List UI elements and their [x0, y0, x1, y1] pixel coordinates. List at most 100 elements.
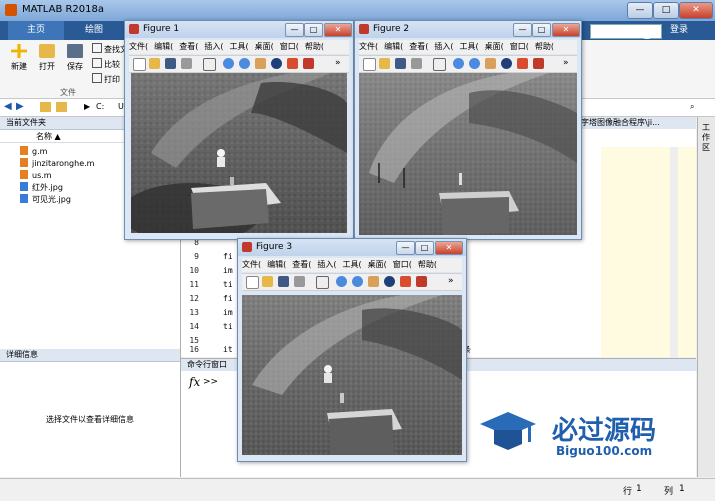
print-icon[interactable] [294, 276, 305, 287]
menu-help[interactable]: 帮助( [535, 42, 554, 51]
pointer-icon[interactable] [316, 276, 329, 289]
figure-window-1[interactable]: Figure 1 — □ ✕ 文件(编辑(查看(插入(工具(桌面(窗口(帮助( … [124, 20, 354, 240]
menu-edit[interactable]: 编辑( [384, 42, 403, 51]
brush-icon[interactable] [533, 58, 544, 69]
more-tools-icon[interactable]: » [563, 58, 574, 69]
maximize-button[interactable]: □ [653, 2, 679, 19]
editor-scrollbar[interactable] [670, 147, 678, 357]
fx-icon[interactable]: fx [189, 375, 200, 389]
menu-desktop[interactable]: 桌面( [255, 42, 274, 51]
file-item[interactable]: g.m [20, 146, 47, 157]
forward-arrow-icon[interactable]: ▶ [16, 101, 24, 112]
pan-hand-icon[interactable] [485, 58, 496, 69]
menu-file[interactable]: 文件( [359, 42, 378, 51]
new-figure-icon[interactable] [246, 276, 259, 289]
menu-edit[interactable]: 编辑( [267, 260, 286, 269]
menu-help[interactable]: 帮助( [418, 260, 437, 269]
menu-desktop[interactable]: 桌面( [485, 42, 504, 51]
help-icon[interactable] [640, 25, 654, 39]
print-icon[interactable] [181, 58, 192, 69]
new-button[interactable]: 新建 [6, 42, 32, 72]
menu-view[interactable]: 查看( [292, 260, 311, 269]
menu-file[interactable]: 文件( [129, 42, 148, 51]
pointer-icon[interactable] [203, 58, 216, 71]
save-icon[interactable] [165, 58, 176, 69]
browse-folder-icon[interactable] [40, 102, 51, 112]
data-cursor-icon[interactable] [517, 58, 528, 69]
save-button[interactable]: 保存 [62, 42, 88, 72]
brush-icon[interactable] [303, 58, 314, 69]
menu-window[interactable]: 窗口( [280, 42, 299, 51]
close-button[interactable]: ✕ [435, 241, 463, 255]
minimize-button[interactable]: — [513, 23, 532, 37]
menu-help[interactable]: 帮助( [305, 42, 324, 51]
pointer-icon[interactable] [433, 58, 446, 71]
pan-hand-icon[interactable] [368, 276, 379, 287]
menu-view[interactable]: 查看( [409, 42, 428, 51]
minimize-button[interactable]: — [627, 2, 653, 19]
rotate-icon[interactable] [501, 58, 512, 69]
close-button[interactable]: ✕ [679, 2, 713, 19]
menu-tools[interactable]: 工具( [230, 42, 249, 51]
print-button[interactable]: 打印 [92, 73, 120, 85]
back-arrow-icon[interactable]: ◀ [4, 101, 12, 112]
print-icon[interactable] [411, 58, 422, 69]
address-path-tail[interactable]: U [118, 102, 124, 111]
compare-button[interactable]: 比较 [92, 58, 120, 70]
maximize-button[interactable]: □ [304, 23, 323, 37]
save-icon[interactable] [395, 58, 406, 69]
data-cursor-icon[interactable] [287, 58, 298, 69]
zoom-out-icon[interactable] [469, 58, 480, 69]
menu-tools[interactable]: 工具( [460, 42, 479, 51]
rotate-icon[interactable] [271, 58, 282, 69]
address-search-icon[interactable]: ⌕ [690, 102, 694, 112]
save-icon[interactable] [278, 276, 289, 287]
file-item[interactable]: 可见光.jpg [20, 194, 71, 205]
menu-insert[interactable]: 插入( [317, 260, 336, 269]
maximize-button[interactable]: □ [415, 241, 434, 255]
zoom-out-icon[interactable] [239, 58, 250, 69]
menu-window[interactable]: 窗口( [393, 260, 412, 269]
menu-insert[interactable]: 插入( [434, 42, 453, 51]
figure-window-3[interactable]: Figure 3 — □ ✕ 文件(编辑(查看(插入(工具(桌面(窗口(帮助( … [237, 238, 467, 462]
command-prompt[interactable]: >> [203, 377, 218, 387]
figure-window-2[interactable]: Figure 2 — □ ✕ 文件(编辑(查看(插入(工具(桌面(窗口(帮助( … [354, 20, 582, 240]
open-file-icon[interactable] [149, 58, 160, 69]
new-figure-icon[interactable] [363, 58, 376, 71]
rotate-icon[interactable] [384, 276, 395, 287]
tab-plots[interactable]: 绘图 [66, 21, 122, 40]
menu-window[interactable]: 窗口( [510, 42, 529, 51]
close-button[interactable]: ✕ [324, 23, 352, 37]
file-item[interactable]: 红外.jpg [20, 182, 63, 193]
menu-desktop[interactable]: 桌面( [368, 260, 387, 269]
zoom-in-icon[interactable] [223, 58, 234, 69]
minimize-button[interactable]: — [285, 23, 304, 37]
zoom-in-icon[interactable] [453, 58, 464, 69]
menu-file[interactable]: 文件( [242, 260, 261, 269]
find-files-button[interactable]: 查找文 [92, 43, 128, 55]
tab-home[interactable]: 主页 [8, 21, 64, 40]
menu-tools[interactable]: 工具( [343, 260, 362, 269]
open-file-icon[interactable] [379, 58, 390, 69]
maximize-button[interactable]: □ [532, 23, 551, 37]
more-tools-icon[interactable]: » [448, 276, 459, 287]
brush-icon[interactable] [416, 276, 427, 287]
up-folder-icon[interactable] [56, 102, 67, 112]
zoom-in-icon[interactable] [336, 276, 347, 287]
sign-in-link[interactable]: 登录 [670, 21, 688, 40]
file-item[interactable]: jinzitaronghe.m [20, 158, 94, 169]
pan-hand-icon[interactable] [255, 58, 266, 69]
data-cursor-icon[interactable] [400, 276, 411, 287]
menu-insert[interactable]: 插入( [204, 42, 223, 51]
workspace-side-tab[interactable]: 工作区 [697, 117, 715, 477]
more-tools-icon[interactable]: » [335, 58, 346, 69]
menu-edit[interactable]: 编辑( [154, 42, 173, 51]
open-button[interactable]: 打开 [34, 42, 60, 72]
open-file-icon[interactable] [262, 276, 273, 287]
address-path[interactable]: C: [96, 102, 104, 111]
minimize-button[interactable]: — [396, 241, 415, 255]
new-figure-icon[interactable] [133, 58, 146, 71]
file-item[interactable]: us.m [20, 170, 52, 181]
close-button[interactable]: ✕ [552, 23, 580, 37]
menu-view[interactable]: 查看( [179, 42, 198, 51]
